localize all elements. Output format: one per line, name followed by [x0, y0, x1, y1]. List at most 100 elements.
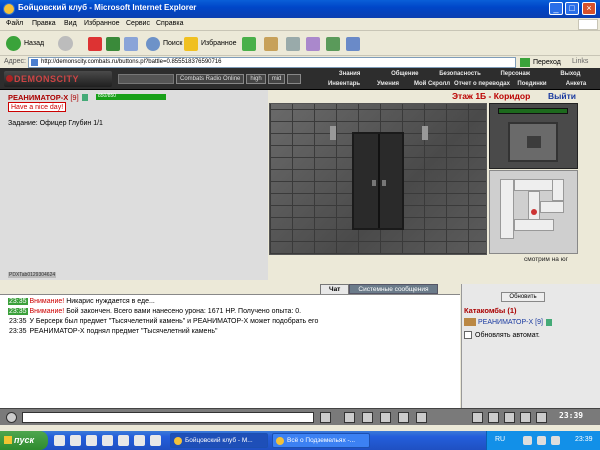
- start-button[interactable]: пуск: [0, 431, 48, 450]
- search-label: Поиск: [163, 40, 183, 47]
- exit-link[interactable]: Выйти: [548, 91, 576, 101]
- bag-icon[interactable]: [504, 412, 515, 423]
- home-icon[interactable]: [124, 37, 138, 51]
- direction-pad[interactable]: [508, 122, 558, 162]
- character-name[interactable]: РЕАНИМАТОР-X [9]: [8, 93, 88, 102]
- hp-value: 850/850: [98, 93, 117, 99]
- language-indicator[interactable]: RU: [495, 436, 505, 443]
- nav-profile[interactable]: Анкета: [554, 79, 598, 89]
- client-code: PDXTab0129304624: [8, 272, 57, 278]
- nav-character[interactable]: Персонаж: [488, 69, 543, 79]
- character-name-text: РЕАНИМАТОР-X: [8, 93, 69, 102]
- nav-exit[interactable]: Выход: [543, 69, 598, 79]
- auto-refresh-option[interactable]: Обновлять автомат.: [464, 331, 540, 339]
- menu-view[interactable]: Вид: [64, 20, 77, 27]
- address-input[interactable]: http://demonscity.combats.ru/buttons.pl?…: [28, 57, 516, 68]
- quicklaunch-icon[interactable]: [118, 435, 129, 446]
- send-icon[interactable]: [320, 412, 331, 423]
- tray-icon[interactable]: [537, 436, 546, 445]
- chat-text: У Берсерк был предмет "Тысячелетний каме…: [27, 318, 319, 325]
- quality-mid-button[interactable]: mid: [267, 74, 286, 84]
- chat-line: 23:35 Внимание! Никарис нуждается в еде.…: [8, 298, 155, 305]
- quicklaunch-icon[interactable]: [102, 435, 113, 446]
- settings-icon[interactable]: [536, 412, 547, 423]
- volume-icon[interactable]: [551, 436, 560, 445]
- menu-file[interactable]: Файл: [6, 20, 23, 27]
- search-icon: [146, 36, 160, 51]
- tab-system-messages[interactable]: Системные сообщения: [349, 284, 438, 294]
- info-icon[interactable]: [81, 94, 88, 101]
- door-image[interactable]: [352, 132, 404, 230]
- refresh-button[interactable]: Обновить: [501, 292, 545, 302]
- menu-tools[interactable]: Сервис: [126, 20, 150, 27]
- chat-input[interactable]: [22, 412, 314, 423]
- window-title-bar[interactable]: Бойцовский клуб - Microsoft Internet Exp…: [0, 0, 600, 18]
- taskbar-item-dungeons[interactable]: Всё о Подземельях -...: [272, 433, 370, 448]
- nav-security[interactable]: Безопасность: [432, 69, 487, 79]
- chat-options-icon[interactable]: [6, 412, 17, 423]
- taskbar-item-fightclub[interactable]: Бойцовский клуб - M...: [170, 433, 268, 448]
- radio-button[interactable]: Combats Radio Online: [176, 74, 245, 84]
- game-logo: DEMONSCITY: [4, 71, 112, 87]
- nav-transfers[interactable]: Отчет о переводах: [454, 79, 510, 89]
- close-button[interactable]: ×: [582, 2, 596, 15]
- radio-stop-button[interactable]: [287, 74, 302, 84]
- browser-toolbar: Назад Поиск Избранное: [0, 31, 600, 56]
- lamp-left-icon: [330, 126, 336, 140]
- mail-icon[interactable]: [264, 37, 278, 51]
- chat-toolbar: 23:39: [0, 408, 600, 425]
- auto-refresh-checkbox[interactable]: [464, 331, 472, 339]
- quicklaunch-icon[interactable]: [150, 435, 161, 446]
- quicklaunch-icon[interactable]: [134, 435, 145, 446]
- volume-slider[interactable]: [118, 74, 174, 84]
- favorites-button[interactable]: Избранное: [184, 35, 236, 52]
- nav-skills[interactable]: Умения: [366, 79, 410, 89]
- links-button[interactable]: Links: [572, 58, 588, 65]
- refresh-icon[interactable]: [106, 37, 120, 51]
- messenger-icon[interactable]: [326, 37, 340, 51]
- clear-icon[interactable]: [344, 412, 355, 423]
- print-icon[interactable]: [286, 37, 300, 51]
- translit-icon[interactable]: [398, 412, 409, 423]
- quicklaunch-icon[interactable]: [54, 435, 65, 446]
- direction-text: смотрим на юг: [524, 256, 568, 263]
- quicklaunch-icon[interactable]: [86, 435, 97, 446]
- smiles-icon[interactable]: [362, 412, 373, 423]
- tab-chat[interactable]: Чат: [320, 284, 350, 294]
- window-title: Бойцовский клуб - Microsoft Internet Exp…: [18, 3, 197, 12]
- menu-edit[interactable]: Правка: [32, 20, 56, 27]
- stop-icon[interactable]: [88, 37, 102, 51]
- nav-communication[interactable]: Общение: [377, 69, 432, 79]
- search-button[interactable]: Поиск: [146, 35, 182, 52]
- edit-icon[interactable]: [306, 37, 320, 51]
- online-member[interactable]: РЕАНИМАТОР-X [9]: [464, 318, 552, 326]
- forward-button[interactable]: [58, 35, 73, 52]
- chat-text: Никарис нуждается в еде...: [64, 298, 155, 305]
- scroll-icon[interactable]: [416, 412, 427, 423]
- minimize-button[interactable]: _: [549, 2, 563, 15]
- menu-help[interactable]: Справка: [156, 20, 183, 27]
- info-icon[interactable]: [545, 318, 552, 326]
- system-clock: 23:39: [575, 436, 593, 443]
- menu-bar: Файл Правка Вид Избранное Сервис Справка: [0, 18, 600, 31]
- star-icon: [184, 36, 198, 51]
- quality-high-button[interactable]: high: [246, 74, 266, 84]
- go-button[interactable]: Переход: [520, 58, 561, 67]
- history-icon[interactable]: [242, 37, 256, 51]
- character-panel: РЕАНИМАТОР-X [9] 850/850 Have a nice day…: [0, 90, 268, 280]
- filter-icon[interactable]: [380, 412, 391, 423]
- nav-inventory[interactable]: Инвентарь: [322, 79, 366, 89]
- tray-icon[interactable]: [523, 436, 532, 445]
- research-icon[interactable]: [346, 37, 360, 51]
- friends-icon[interactable]: [472, 412, 483, 423]
- menu-favorites[interactable]: Избранное: [84, 20, 119, 27]
- back-button[interactable]: Назад: [6, 35, 44, 52]
- map-icon[interactable]: [488, 412, 499, 423]
- book-icon[interactable]: [520, 412, 531, 423]
- quicklaunch-icon[interactable]: [70, 435, 81, 446]
- nav-scroll[interactable]: Мой Скролл: [410, 79, 454, 89]
- nav-knowledge[interactable]: Знания: [322, 69, 377, 79]
- maximize-button[interactable]: □: [565, 2, 579, 15]
- nav-fights[interactable]: Поединки: [510, 79, 554, 89]
- game-clock: 23:39: [559, 411, 584, 420]
